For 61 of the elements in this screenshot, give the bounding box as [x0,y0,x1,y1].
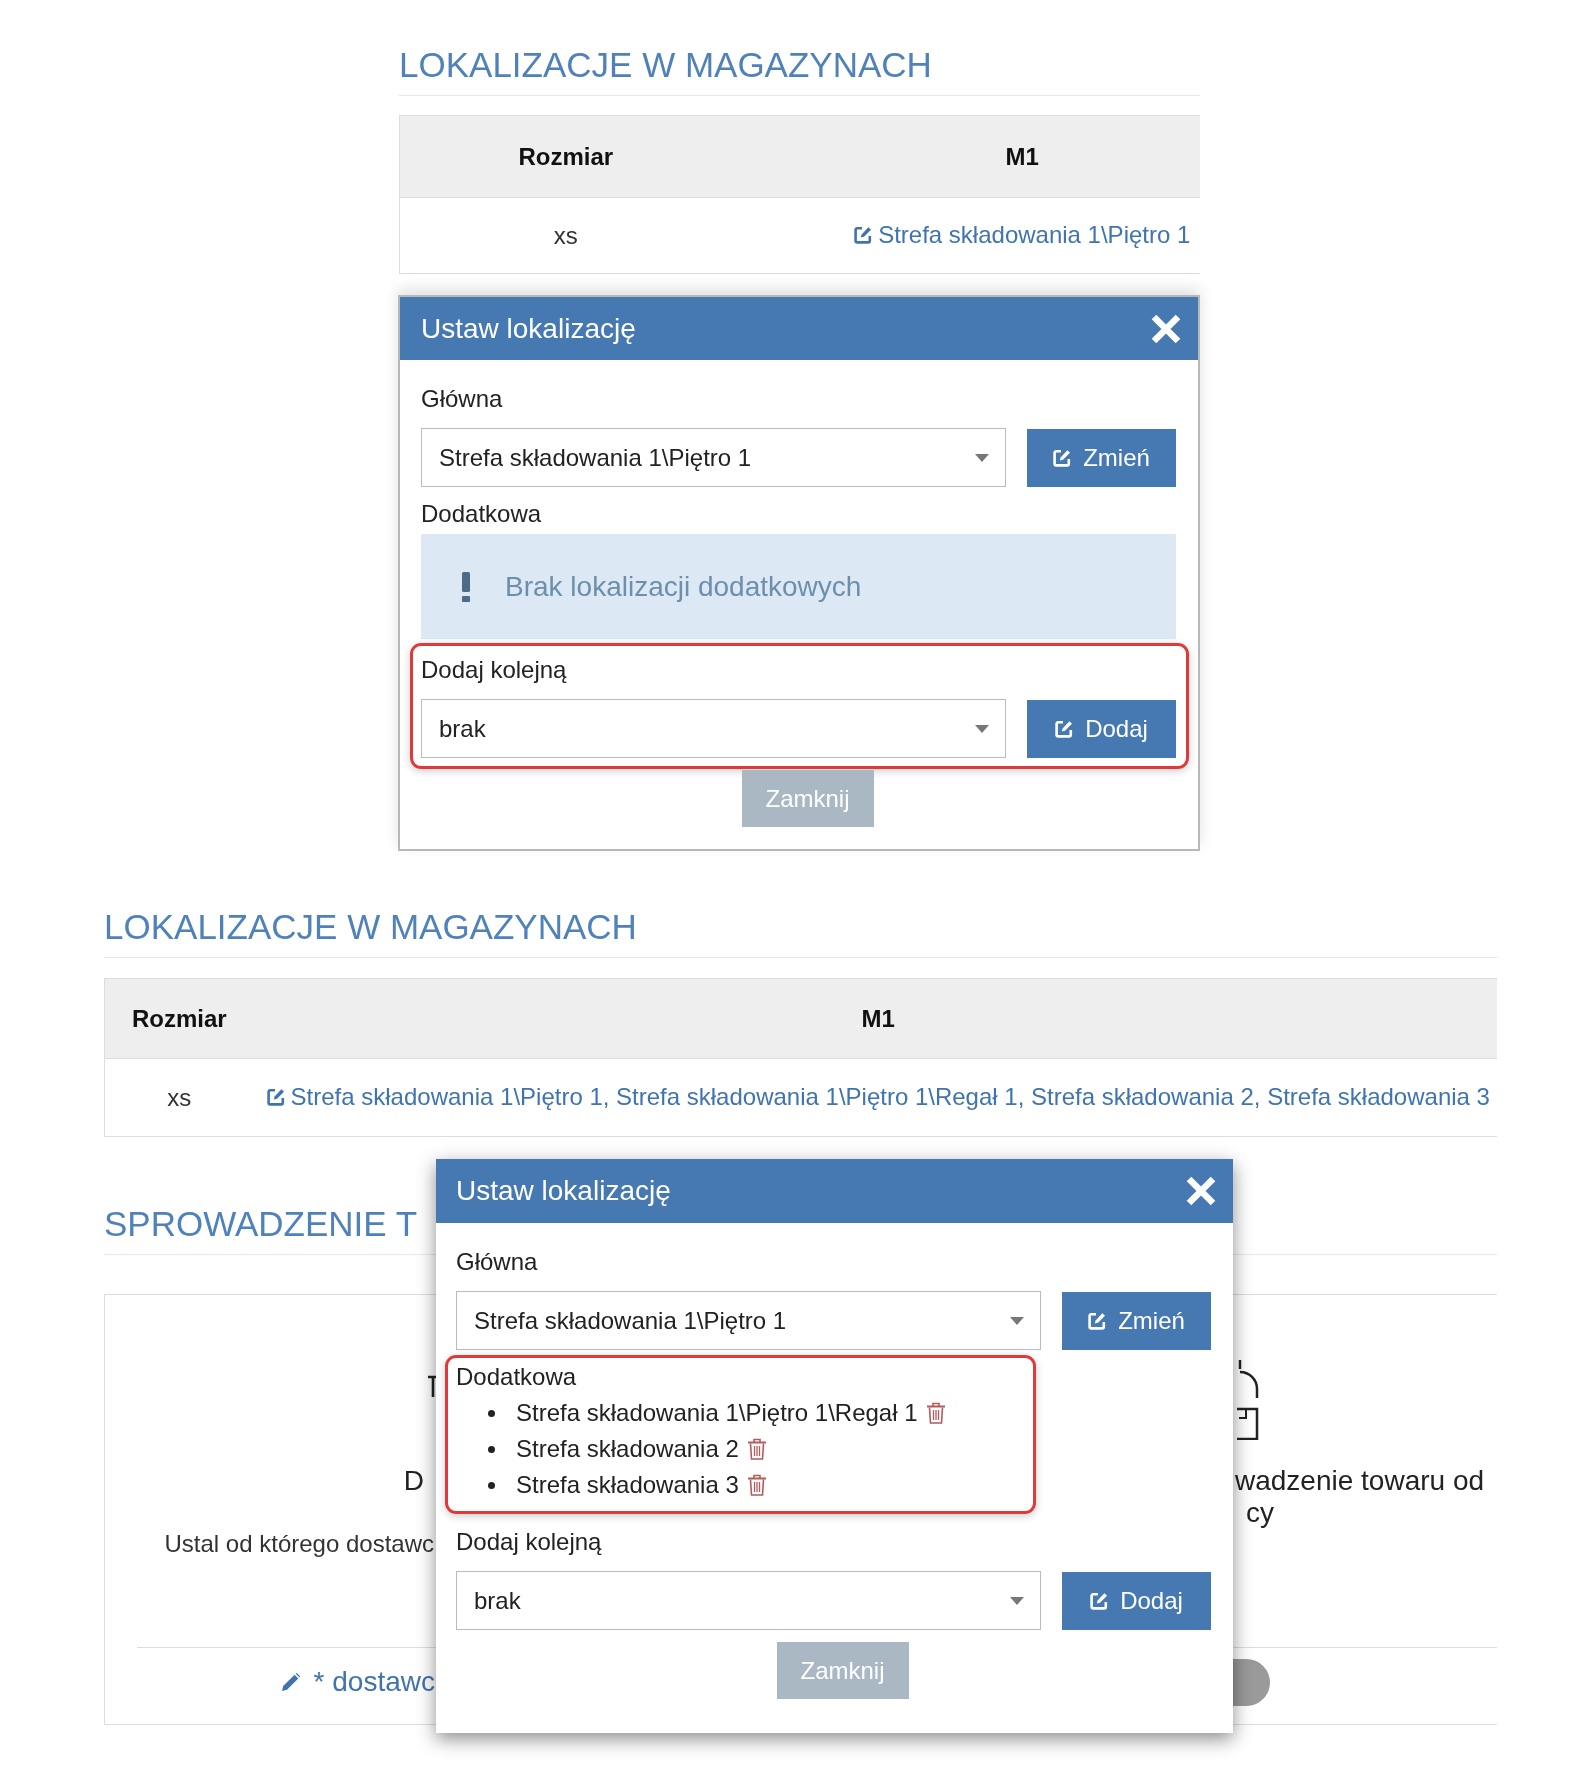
table-cell: xs [104,1058,254,1137]
edit-icon [266,1088,285,1106]
edit-icon [1088,1311,1107,1330]
card-title: wadzenie towaru od [1235,1465,1485,1497]
close-icon [1151,313,1181,344]
box-icon [1237,1360,1259,1440]
field-label: Główna [421,385,503,413]
location-select[interactable]: Strefa składowania 1\Piętro 1 [421,428,1006,487]
section-heading: LOKALIZACJE W MAGAZYNACH [104,907,637,947]
close-button[interactable] [1151,313,1181,344]
add-button[interactable]: Dodaj [1062,1571,1211,1630]
exclamation-icon [461,571,471,602]
column-header: M1 [253,978,1497,1059]
edit-link[interactable]: * dostawc [281,1666,435,1698]
close-button[interactable] [1186,1176,1216,1206]
edit-icon [1090,1591,1109,1610]
dialog-title: Ustaw lokalizację [421,312,636,345]
trash-icon[interactable] [926,1402,945,1424]
section-heading: SPROWADZENIE T [104,1204,418,1244]
field-label: Dodatkowa [421,500,542,528]
location-name: Strefa składowania 1\Piętro 1\Regał 1 [516,1399,918,1427]
location-select[interactable]: brak [421,699,1006,758]
trash-icon[interactable] [747,1474,766,1496]
field-label: Dodatkowa [456,1363,577,1391]
column-header: M1 [731,115,1200,198]
pencil-icon [281,1673,300,1691]
toggle-switch[interactable] [1233,1658,1270,1706]
location-link[interactable]: Strefa składowania 1\Piętro 1, Strefa składowania 1\Piętro 1\Regał 1, Strefa składowania 2, Strefa składowania 3 [266,1083,1490,1111]
bullet-icon [488,1409,495,1417]
field-label: Dodaj kolejną [421,656,567,684]
edit-icon [854,226,873,244]
bullet-icon [488,1445,495,1453]
change-button[interactable]: Zmień [1027,428,1176,487]
column-header: Rozmiar [104,978,254,1059]
dialog-title: Ustaw lokalizację [456,1175,671,1207]
alert-text: Brak lokalizacji dodatkowych [505,570,862,603]
partial-icon [428,1375,436,1397]
caret-icon [975,724,989,733]
field-label: Dodaj kolejną [456,1528,602,1556]
caret-icon [1010,1316,1024,1325]
caret-icon [1010,1596,1024,1605]
section-heading: LOKALIZACJE W MAGAZYNACH [399,45,932,85]
caret-icon [975,453,989,462]
card-title: cy [1246,1497,1274,1529]
card-description: Ustal od którego dostawc [164,1530,434,1558]
location-name: Strefa składowania 2 [516,1435,739,1463]
field-label: Główna [456,1248,538,1276]
edit-icon [1053,448,1072,467]
table-cell: xs [399,197,732,274]
column-header: Rozmiar [399,115,732,198]
location-select[interactable]: Strefa składowania 1\Piętro 1 [456,1291,1041,1350]
edit-icon [1055,719,1074,738]
location-name: Strefa składowania 3 [516,1471,739,1499]
location-link[interactable]: Strefa składowania 1\Piętro 1 [854,221,1191,249]
card-title: D [403,1465,424,1497]
trash-icon[interactable] [747,1438,766,1460]
add-button[interactable]: Dodaj [1027,699,1176,758]
location-select[interactable]: brak [456,1571,1041,1630]
bullet-icon [488,1481,495,1489]
close-icon [1186,1176,1216,1206]
change-button[interactable]: Zmień [1062,1291,1211,1350]
